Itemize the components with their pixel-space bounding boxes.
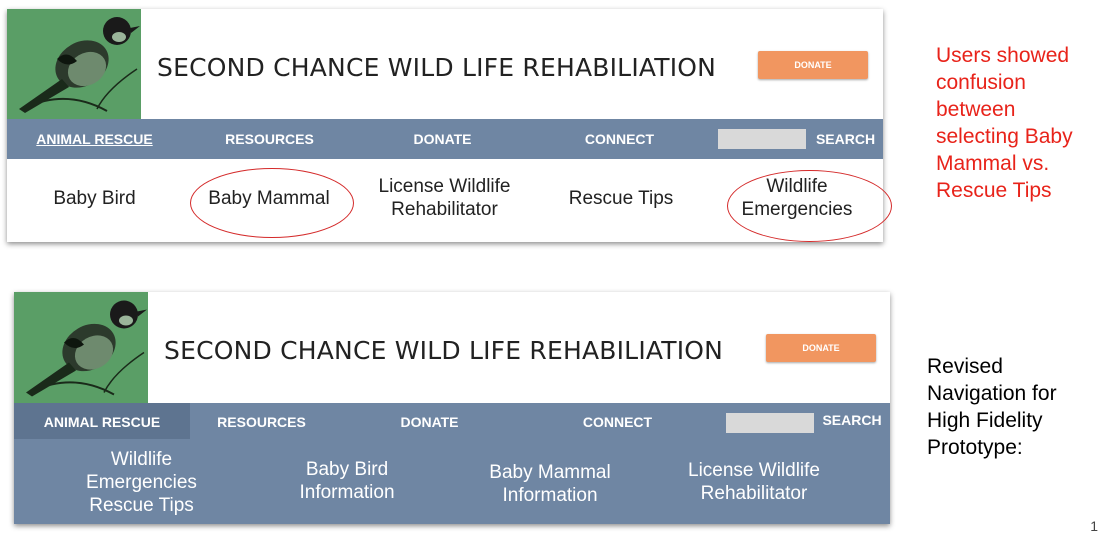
chickadee-icon — [14, 292, 148, 403]
nav-animal-rescue[interactable]: ANIMAL RESCUE — [27, 119, 162, 159]
nav-resources[interactable]: RESOURCES — [212, 119, 327, 159]
nav-animal-rescue[interactable]: ANIMAL RESCUE — [14, 403, 190, 439]
confusion-highlight-ellipse — [727, 170, 892, 242]
nav-donate[interactable]: DONATE — [395, 119, 490, 159]
page-number: 1 — [1090, 518, 1098, 534]
bird-logo[interactable] — [14, 292, 148, 403]
site-title: SECOND CHANCE WILD LIFE REHABILIATION — [157, 53, 717, 82]
revised-navigation-note: Revised Navigation for High Fidelity Pro… — [927, 355, 1057, 459]
revised-navigation-mockup: SECOND CHANCE WILD LIFE REHABILIATION DO… — [14, 292, 890, 524]
confusion-highlight-ellipse — [190, 168, 354, 238]
nav-connect[interactable]: CONNECT — [572, 119, 667, 159]
search-button[interactable]: SEARCH — [818, 403, 886, 439]
search-button[interactable]: SEARCH — [813, 119, 878, 159]
nav-resources[interactable]: RESOURCES — [204, 403, 319, 439]
submenu-license-wildlife-rehabilitator[interactable]: License Wildlife Rehabilitator — [674, 459, 834, 505]
submenu-baby-mammal-information[interactable]: Baby Mammal Information — [480, 461, 620, 507]
animal-rescue-submenu: Wildlife Emergencies Rescue Tips Baby Bi… — [14, 439, 890, 524]
search-input[interactable] — [726, 413, 814, 433]
nav-donate[interactable]: DONATE — [382, 403, 477, 439]
bird-logo[interactable] — [7, 9, 141, 119]
submenu-rescue-tips[interactable]: Rescue Tips — [547, 187, 695, 210]
confusion-note: Users showed confusion between selecting… — [936, 44, 1073, 202]
chickadee-icon — [7, 9, 141, 119]
search-input[interactable] — [718, 129, 806, 149]
donate-button[interactable]: DONATE — [766, 334, 876, 362]
submenu-baby-bird-information[interactable]: Baby Bird Information — [282, 458, 412, 504]
main-nav: ANIMAL RESCUE RESOURCES DONATE CONNECT S… — [14, 403, 890, 439]
submenu-license-wildlife-rehabilitator[interactable]: License Wildlife Rehabilitator — [367, 175, 522, 221]
nav-connect[interactable]: CONNECT — [570, 403, 665, 439]
submenu-baby-bird[interactable]: Baby Bird — [22, 187, 167, 210]
site-title: SECOND CHANCE WILD LIFE REHABILIATION — [164, 336, 724, 365]
main-nav: ANIMAL RESCUE RESOURCES DONATE CONNECT S… — [7, 119, 883, 159]
submenu-wildlife-emergencies-rescue-tips[interactable]: Wildlife Emergencies Rescue Tips — [79, 448, 204, 517]
donate-button[interactable]: DONATE — [758, 51, 868, 79]
